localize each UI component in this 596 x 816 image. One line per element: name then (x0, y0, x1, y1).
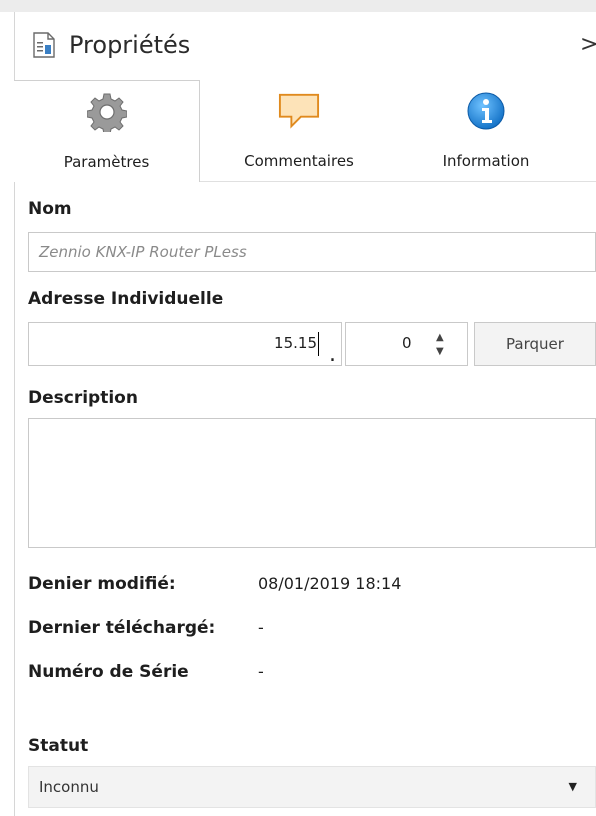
properties-icon (33, 32, 55, 58)
panel-title: Propriétés (69, 31, 191, 59)
gear-icon (86, 91, 128, 133)
info-row-modified: Denier modifié: 08/01/2019 18:14 (28, 574, 401, 594)
tab-label: Paramètres (63, 153, 150, 171)
top-strip (0, 0, 596, 12)
address-label: Adresse Individuelle (28, 289, 224, 309)
description-field[interactable] (28, 418, 596, 548)
modified-label: Denier modifié: (28, 574, 176, 594)
tab-commentaires[interactable]: Commentaires (206, 80, 392, 182)
status-dropdown[interactable]: Inconnu ▼ (28, 766, 596, 808)
downloaded-value: - (258, 618, 264, 637)
tab-parametres[interactable]: Paramètres (14, 80, 200, 182)
tab-bar: Paramètres Commentaires Information (14, 80, 596, 182)
panel-header: Propriétés (33, 20, 190, 70)
spin-up-icon[interactable]: ▲ (436, 333, 444, 343)
name-field[interactable]: Zennio KNX-IP Router PLess (28, 232, 596, 272)
address-device-value: 0 (402, 334, 412, 352)
modified-value: 08/01/2019 18:14 (258, 574, 402, 593)
address-separator: . (329, 342, 336, 367)
serial-label: Numéro de Série (28, 662, 189, 682)
downloaded-label: Dernier téléchargé: (28, 618, 216, 638)
tab-information[interactable]: Information (406, 80, 566, 182)
info-row-serial: Numéro de Série - (28, 662, 264, 682)
address-input[interactable]: 15.15 (28, 322, 342, 366)
chevron-down-icon: ▼ (568, 780, 577, 793)
info-icon (465, 90, 507, 132)
tab-label: Information (442, 152, 530, 170)
spin-down-icon[interactable]: ▼ (436, 347, 444, 357)
name-label: Nom (28, 199, 72, 219)
park-button[interactable]: Parquer (474, 322, 596, 366)
address-value: 15.15 (274, 334, 317, 352)
status-selected: Inconnu (39, 778, 99, 796)
description-label: Description (28, 388, 138, 408)
tab-label: Commentaires (244, 152, 354, 170)
text-caret (318, 332, 319, 356)
collapse-chevron-icon[interactable]: > (580, 32, 596, 57)
serial-value: - (258, 662, 264, 681)
status-label: Statut (28, 736, 89, 756)
address-device-stepper[interactable]: 0 ▲ ▼ (345, 322, 468, 366)
info-row-downloaded: Dernier téléchargé: - (28, 618, 264, 638)
comment-icon (278, 90, 320, 132)
